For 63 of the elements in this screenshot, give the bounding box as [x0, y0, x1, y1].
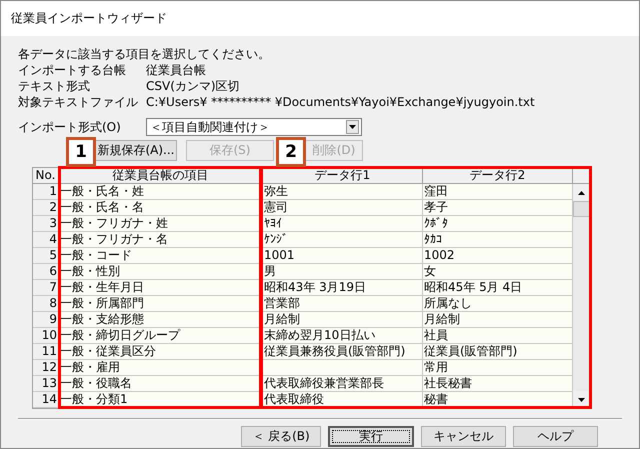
table-cell: 女 [423, 264, 573, 280]
scrollbar-thumb[interactable] [573, 201, 590, 217]
toolbar-button[interactable]: 新規保存(A)... [95, 140, 177, 161]
dialog-button[interactable]: キャンセル [421, 426, 506, 447]
info-label: インポートする台帳 [18, 62, 127, 78]
table-cell: 1002 [423, 248, 573, 264]
table-cell: 孝子 [423, 200, 573, 216]
import-format-dropdown[interactable]: ＜項目自動関連付け＞ [146, 118, 362, 136]
row-number: 1 [33, 184, 59, 200]
callout-number: 2 [276, 137, 306, 167]
table-cell: 所属なし [423, 296, 573, 312]
row-number: 13 [33, 376, 59, 392]
row-number: 3 [33, 216, 59, 232]
dialog-button[interactable]: ＜ 戻る(B) [241, 426, 321, 447]
table-cell: 昭和43年 3月19日 [263, 280, 423, 296]
table-cell: 月給制 [263, 312, 423, 328]
table-cell: 男 [263, 264, 423, 280]
table-cell: ﾀｶｺ [423, 232, 573, 248]
row-number: 9 [33, 312, 59, 328]
table-cell: 窪田 [423, 184, 573, 200]
dialog-button[interactable]: 実行 [328, 426, 414, 447]
table-cell: ｹﾝｼﾞ [263, 232, 423, 248]
row-number: 8 [33, 296, 59, 312]
scroll-down-icon[interactable] [578, 398, 585, 402]
column-header: データ行1 [263, 168, 423, 184]
row-number: 10 [33, 328, 59, 344]
table-cell: 憲司 [263, 200, 423, 216]
info-value: C:¥Users¥ ********** ¥Documents¥Yayoi¥Exchange¥jyugyoin.txt [146, 94, 535, 110]
table-cell: 末締め翌月10日払い [263, 328, 423, 344]
row-number: 4 [33, 232, 59, 248]
scrollbar[interactable] [573, 168, 590, 408]
callout-number: 1 [66, 137, 96, 167]
table-cell: 従業員兼務役員(販管部門) [263, 344, 423, 360]
table-cell: 従業員(販管部門) [423, 344, 573, 360]
scroll-up-icon[interactable] [578, 190, 585, 194]
table-cell: 社員 [423, 328, 573, 344]
window-title: 従業員インポートウィザード [11, 10, 167, 27]
table-cell: 代表取締役兼営業部長 [263, 376, 423, 392]
table-cell: 昭和45年 5月 4日 [423, 280, 573, 296]
row-number: 7 [33, 280, 59, 296]
table-cell: ｸﾎﾞﾀ [423, 216, 573, 232]
table-cell: 弥生 [263, 184, 423, 200]
row-number: 12 [33, 360, 59, 376]
dialog-button[interactable]: ヘルプ [513, 426, 598, 447]
column-header: データ行2 [423, 168, 573, 184]
instruction-text: 各データに該当する項目を選択してください。 [18, 47, 270, 61]
import-format-label: インポート形式(O) [18, 118, 122, 136]
row-number: 5 [33, 248, 59, 264]
row-number: 2 [33, 200, 59, 216]
info-label: テキスト形式 [18, 78, 91, 94]
table-cell: 常用 [423, 360, 573, 376]
table-cell: 社長秘書 [423, 376, 573, 392]
table-cell: ﾔﾖｲ [263, 216, 423, 232]
table-cell: 月給制 [423, 312, 573, 328]
row-number: 14 [33, 392, 59, 408]
row-number: 6 [33, 264, 59, 280]
table-cell: 1001 [263, 248, 423, 264]
info-value: 従業員台帳 [146, 62, 206, 78]
row-number: 11 [33, 344, 59, 360]
table-cell: 営業部 [263, 296, 423, 312]
column-header: No. [33, 168, 59, 184]
info-value: CSV(カンマ)区切 [146, 78, 240, 94]
info-label: 対象テキストファイル [18, 94, 139, 110]
